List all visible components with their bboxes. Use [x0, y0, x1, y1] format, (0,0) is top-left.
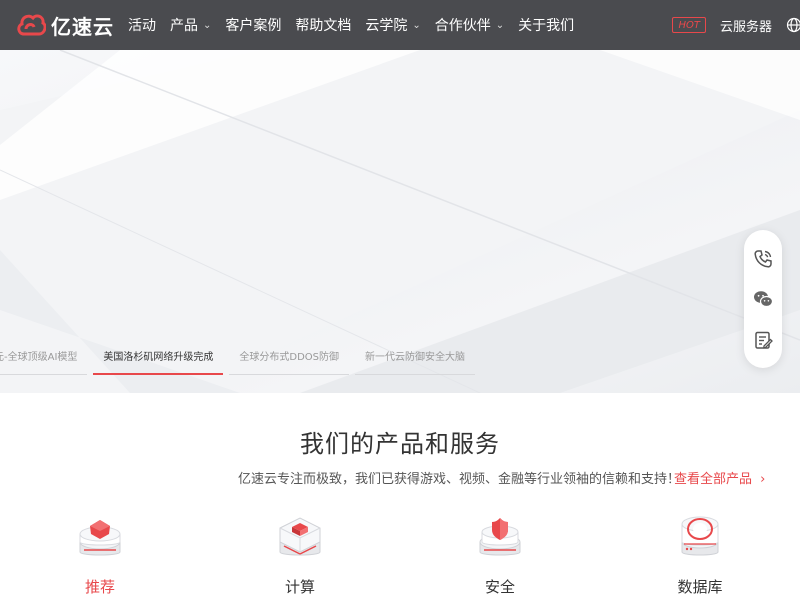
nav-item-academy[interactable]: 云学院 ⌄ [365, 15, 420, 35]
hero-banner[interactable]: 元-全球顶级AI模型 美国洛杉矶网络升级完成 全球分布式DDOS防御 新一代云防… [0, 50, 800, 393]
nav-item-label: 帮助文档 [295, 18, 352, 34]
banner-tab-label: 元-全球顶级AI模型 [0, 352, 78, 363]
product-category-security[interactable]: 安全 [440, 512, 560, 597]
banner-tabs: 元-全球顶级AI模型 美国洛杉矶网络升级完成 全球分布式DDOS防御 新一代云防… [0, 346, 481, 376]
nav-item-label: 活动 [128, 18, 156, 34]
product-category-database[interactable]: 数据库 [640, 512, 760, 597]
nav-item-docs[interactable]: 帮助文档 [295, 15, 351, 35]
banner-tab-label: 全球分布式DDOS防御 [239, 352, 340, 363]
cloud-server-link[interactable]: 云服务器 [720, 16, 772, 35]
feedback-icon[interactable] [753, 330, 773, 350]
security-shield-icon [479, 518, 521, 556]
top-nav-bar: 亿速云 活动 产品 ⌄ 客户案例 帮助文档 云学院 ⌄ 合作伙伴 ⌄ 关于我们 HOT… [0, 0, 800, 50]
nav-right: HOT 云服务器 [672, 0, 800, 50]
globe-icon[interactable] [786, 17, 800, 33]
hot-badge: HOT [672, 17, 706, 33]
product-category-compute[interactable]: 计算 [240, 512, 360, 597]
cloud-logo-icon [17, 14, 46, 36]
banner-tab-label: 美国洛杉矶网络升级完成 [103, 352, 214, 363]
product-category-label: 计算 [284, 578, 315, 596]
recommend-icon [79, 520, 121, 556]
nav-item-label: 客户案例 [225, 18, 282, 34]
logo-text: 亿速云 [51, 14, 114, 39]
product-category-recommend[interactable]: 推荐 [40, 512, 160, 597]
nav-item-label: 产品 [170, 18, 198, 34]
phone-icon[interactable] [753, 249, 773, 269]
section-title: 我们的产品和服务 [300, 430, 500, 458]
wechat-icon[interactable] [753, 289, 773, 309]
product-category-label: 推荐 [84, 578, 115, 596]
nav-item-label: 合作伙伴 [434, 18, 491, 34]
chevron-down-icon: ⌄ [203, 19, 212, 31]
nav-item-partners[interactable]: 合作伙伴 ⌄ [435, 15, 504, 35]
view-all-label: 查看全部产品 [674, 472, 753, 487]
view-all-products-link[interactable]: 查看全部产品 › [674, 468, 765, 487]
database-icon [681, 516, 719, 556]
compute-icon [279, 517, 321, 556]
chevron-down-icon: ⌄ [412, 19, 421, 31]
nav-item-about[interactable]: 关于我们 [518, 15, 574, 35]
nav-item-label: 关于我们 [518, 18, 575, 34]
chevron-right-icon: › [760, 472, 766, 487]
product-category-label: 安全 [484, 578, 515, 596]
banner-tab[interactable]: 全球分布式DDOS防御 [229, 346, 350, 375]
nav-item-cases[interactable]: 客户案例 [225, 15, 281, 35]
banner-background [0, 50, 800, 393]
nav-item-products[interactable]: 产品 ⌄ [170, 15, 211, 35]
product-category-label: 数据库 [677, 578, 723, 596]
logo[interactable]: 亿速云 [16, 10, 114, 40]
chevron-down-icon: ⌄ [495, 19, 505, 31]
banner-tab[interactable]: 元-全球顶级AI模型 [0, 346, 88, 375]
section-subtitle: 亿速云专注而极致，我们已获得游戏、视频、金融等行业领袖的信赖和支持！ [238, 472, 681, 487]
nav-item-activity[interactable]: 活动 [128, 15, 156, 35]
floating-contact-bar [744, 230, 782, 368]
nav-item-label: 云学院 [365, 18, 408, 34]
banner-tab-active[interactable]: 美国洛杉矶网络升级完成 [93, 346, 224, 375]
banner-tab[interactable]: 新一代云防御安全大脑 [355, 346, 476, 375]
main-nav: 活动 产品 ⌄ 客户案例 帮助文档 云学院 ⌄ 合作伙伴 ⌄ 关于我们 [128, 0, 588, 50]
banner-tab-label: 新一代云防御安全大脑 [365, 352, 466, 363]
